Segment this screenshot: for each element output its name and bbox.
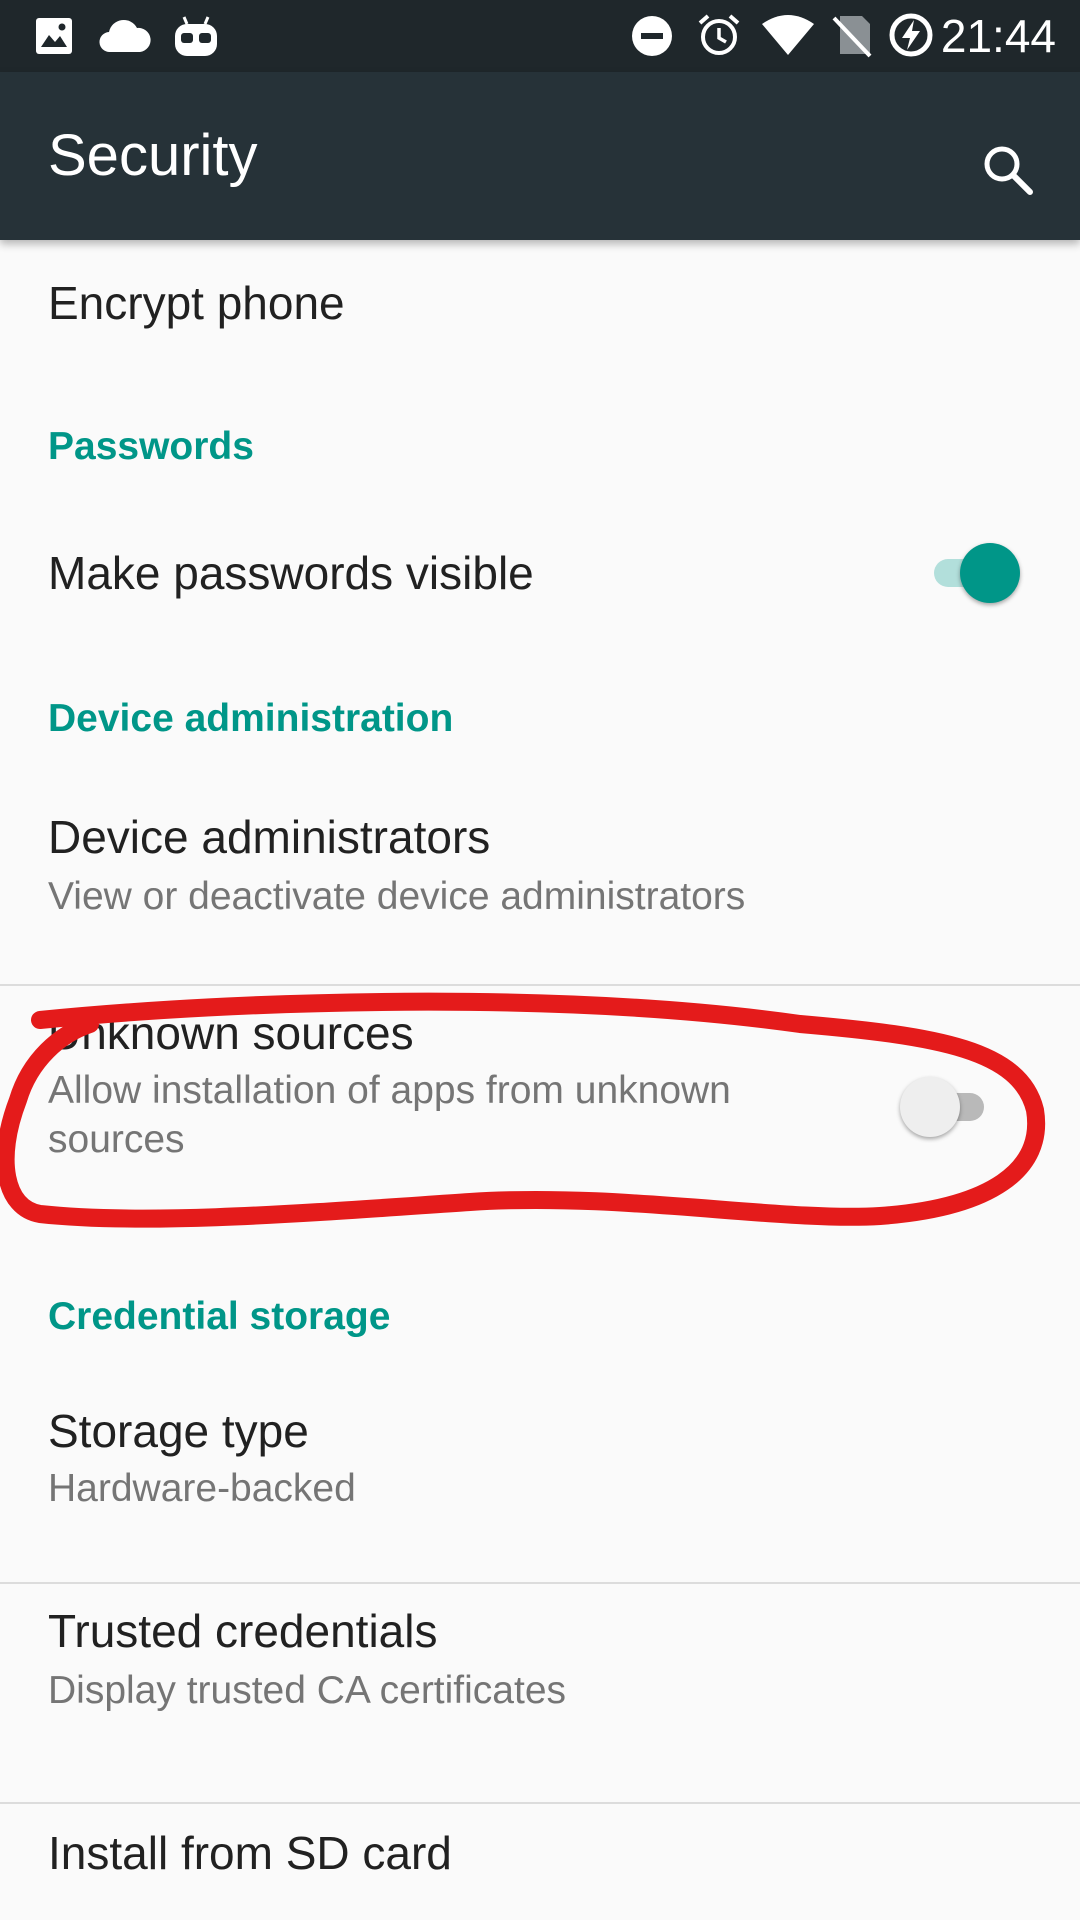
category-title: Credential storage xyxy=(48,1295,391,1338)
settings-list: Encrypt phone Passwords Make passwords v… xyxy=(0,240,1080,1920)
battery-charging-icon xyxy=(889,13,933,57)
category-passwords: Passwords xyxy=(0,424,1080,524)
trusted-credentials-item[interactable]: Trusted credentials Display trusted CA c… xyxy=(0,1584,1080,1802)
item-title: Unknown sources xyxy=(48,1007,414,1059)
storage-type-item[interactable]: Storage type Hardware-backed xyxy=(0,1384,1080,1570)
item-title: Encrypt phone xyxy=(48,277,345,329)
status-bar: 21:44 xyxy=(0,0,1080,72)
item-summary: Allow installation of apps from unknown … xyxy=(48,1069,731,1161)
item-title: Install from SD card xyxy=(48,1827,452,1879)
category-title: Passwords xyxy=(48,425,254,468)
item-summary: Display trusted CA certificates xyxy=(48,1669,567,1712)
item-title: Storage type xyxy=(48,1405,309,1457)
encrypt-phone-item[interactable]: Encrypt phone xyxy=(0,240,1080,384)
item-summary: View or deactivate device administrators xyxy=(48,875,746,918)
do-not-disturb-icon xyxy=(632,16,672,56)
app-bar: Security xyxy=(0,72,1080,240)
unknown-sources-item[interactable]: Unknown sources Allow installation of ap… xyxy=(0,986,1080,1250)
cloud-icon xyxy=(99,19,151,53)
item-title: Device administrators xyxy=(48,811,491,863)
item-summary: Hardware-backed xyxy=(48,1467,356,1510)
item-title: Trusted credentials xyxy=(48,1605,438,1657)
device-administrators-item[interactable]: Device administrators View or deactivate… xyxy=(0,788,1080,984)
page-title: Security xyxy=(48,123,258,188)
robot-icon xyxy=(175,16,217,56)
install-from-sd-card-item[interactable]: Install from SD card xyxy=(0,1804,1080,1920)
search-button[interactable] xyxy=(960,122,1056,218)
switch-thumb xyxy=(900,1077,960,1137)
wifi-icon xyxy=(762,15,814,55)
make-passwords-visible-item[interactable]: Make passwords visible xyxy=(0,524,1080,702)
status-time: 21:44 xyxy=(940,10,1056,62)
category-device-administration: Device administration xyxy=(0,696,1080,786)
item-title: Make passwords visible xyxy=(48,547,534,599)
search-icon xyxy=(984,146,1033,195)
no-sim-icon xyxy=(832,16,872,58)
make-passwords-visible-switch[interactable] xyxy=(920,538,1020,608)
category-title: Device administration xyxy=(48,697,454,740)
category-credential-storage: Credential storage xyxy=(0,1294,1080,1384)
switch-thumb xyxy=(960,543,1020,603)
alarm-icon xyxy=(698,14,740,55)
image-icon xyxy=(36,18,72,54)
unknown-sources-switch[interactable] xyxy=(900,1072,1000,1142)
